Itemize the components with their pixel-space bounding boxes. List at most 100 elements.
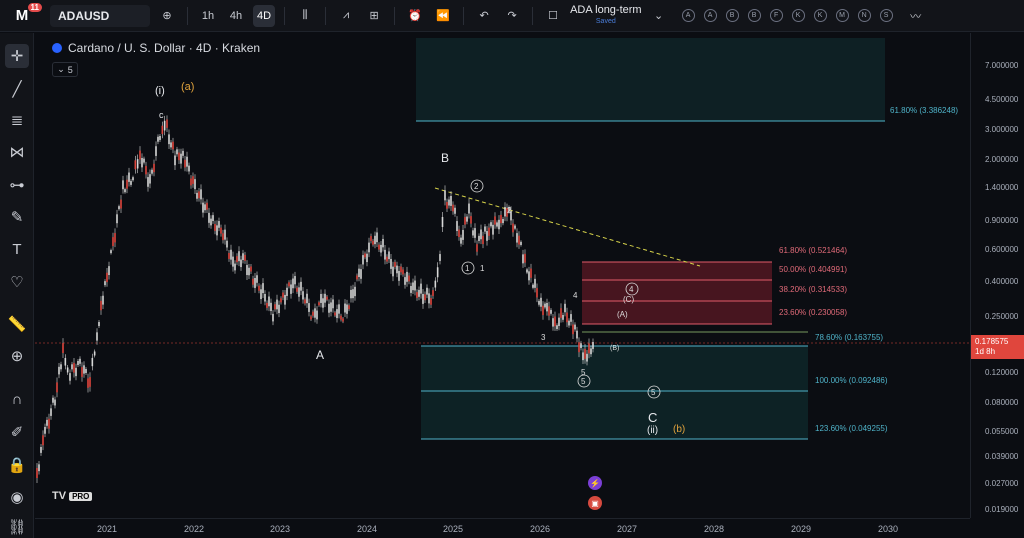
trendline-icon[interactable]: ╱ xyxy=(5,77,29,101)
fib-icon[interactable]: ≣ xyxy=(5,108,29,132)
drawing-toolbar: ✛ ╱ ≣ ⋈ ⊶ ✎ T ♡ 📏 ⊕ ∩ ✐ 🔒 ◉ ⛓ xyxy=(0,33,34,538)
layout-name[interactable]: ADA long-term Saved xyxy=(570,4,642,27)
candle-body xyxy=(46,419,48,426)
ruler-icon[interactable]: 📏 xyxy=(5,312,29,336)
alert-circle[interactable]: A xyxy=(703,9,717,22)
link-icon[interactable]: ⛓ xyxy=(5,515,29,538)
symbol-search[interactable]: ADAUSD xyxy=(50,4,150,27)
timeframe-4d[interactable]: 4D xyxy=(253,4,276,27)
heart-icon[interactable]: ♡ xyxy=(5,270,29,294)
candle-body xyxy=(81,367,83,377)
chevron-down-icon[interactable]: ⌄ xyxy=(648,5,670,27)
wave-label: A xyxy=(316,348,324,362)
notification-badge[interactable]: 11 xyxy=(27,2,42,12)
price-chart[interactable]: 61.80% (3.386248) 61.80% (0.521464) 50.0… xyxy=(35,33,970,518)
lightning-icon[interactable]: ⚡ xyxy=(588,476,602,490)
candle-body xyxy=(40,446,42,453)
alert-circle[interactable]: M xyxy=(835,9,849,22)
candle-body xyxy=(66,367,69,373)
alert-circle[interactable]: K xyxy=(791,9,805,22)
wave-label: (b) xyxy=(673,424,685,435)
wave-label: (A) xyxy=(617,310,628,319)
pattern-icon[interactable]: ⋈ xyxy=(5,140,29,164)
candle-body xyxy=(402,269,404,275)
time-tick: 2026 xyxy=(529,524,551,534)
text-icon[interactable]: T xyxy=(5,237,29,261)
forecast-icon[interactable]: ⊶ xyxy=(5,173,29,197)
alert-circle[interactable]: K xyxy=(813,9,827,22)
candle-body xyxy=(288,282,290,287)
eye-icon[interactable]: ◉ xyxy=(5,485,29,509)
lock-icon[interactable]: 🔒 xyxy=(5,453,29,477)
layout-square-icon[interactable]: ☐ xyxy=(542,5,564,27)
time-tick: 2025 xyxy=(442,524,464,534)
wave-label: 4 xyxy=(629,285,634,294)
candle-body xyxy=(290,284,292,294)
price-tick: 0.055000 xyxy=(985,427,1019,436)
crosshair-icon[interactable]: ✛ xyxy=(5,44,29,68)
timeframe-4h[interactable]: 4h xyxy=(225,5,247,27)
alert-circle[interactable]: S xyxy=(879,9,893,22)
candle-body xyxy=(224,229,226,240)
candle-body xyxy=(250,266,252,272)
wave-label: (i) xyxy=(155,85,165,97)
zoom-icon[interactable]: ⊕ xyxy=(5,344,29,368)
alert-circle[interactable]: F xyxy=(769,9,783,22)
candle-type-icon[interactable]: ⫼ xyxy=(294,5,316,27)
candle-body xyxy=(242,253,244,260)
candle-body xyxy=(272,313,274,322)
alert-circle[interactable]: B xyxy=(747,9,761,22)
chart-title[interactable]: Cardano / U. S. Dollar · 4D · Kraken xyxy=(52,41,260,55)
wave-label: (C) xyxy=(623,295,634,304)
candle-body xyxy=(230,249,232,260)
indicators-icon[interactable]: ⩘ xyxy=(335,5,357,27)
wave-logo-icon[interactable]: 〰 xyxy=(905,5,927,27)
lock-drawing-icon[interactable]: ✐ xyxy=(5,420,29,444)
candle-body xyxy=(98,322,100,327)
templates-icon[interactable]: ⊞ xyxy=(363,5,385,27)
app-logo[interactable]: M 11 xyxy=(8,2,42,27)
price-tick: 4.500000 xyxy=(985,95,1019,104)
calendar-icon[interactable]: ▣ xyxy=(588,496,602,510)
indicators-toggle[interactable]: ⌄ 5 xyxy=(52,62,78,77)
candle-body xyxy=(546,302,548,312)
candle-body xyxy=(580,343,582,349)
candle-body xyxy=(372,240,374,245)
candle-body xyxy=(528,271,530,281)
candle-body xyxy=(366,253,368,263)
alert-icon[interactable]: ⏰ xyxy=(404,5,426,27)
candle-body xyxy=(188,165,190,172)
replay-icon[interactable]: ⏪ xyxy=(432,5,454,27)
candle-body xyxy=(328,303,330,313)
brush-icon[interactable]: ✎ xyxy=(5,205,29,229)
redo-icon[interactable]: ↷ xyxy=(501,5,523,27)
add-symbol-icon[interactable]: ⊕ xyxy=(156,5,178,27)
candle-body xyxy=(108,266,110,276)
alert-circle[interactable]: A xyxy=(681,9,695,22)
candle-body xyxy=(338,304,340,314)
candle-body xyxy=(500,214,502,224)
candle-body xyxy=(178,152,180,161)
candle-body xyxy=(324,293,326,303)
cardano-logo-icon xyxy=(52,43,62,53)
wave-label: B xyxy=(441,151,449,165)
price-axis[interactable]: 7.000000 4.500000 3.000000 2.000000 1.40… xyxy=(970,33,1024,518)
candle-body xyxy=(364,253,366,258)
candle-body xyxy=(378,244,380,250)
wave-label: 5 xyxy=(651,388,656,397)
candle-body xyxy=(516,233,518,243)
timeframe-1h[interactable]: 1h xyxy=(197,5,219,27)
magnet-icon[interactable]: ∩ xyxy=(5,387,29,411)
candle-body xyxy=(208,212,210,223)
alert-circle[interactable]: N xyxy=(857,9,871,22)
candle-body xyxy=(240,259,242,268)
candle-body xyxy=(414,280,416,291)
alert-circle[interactable]: B xyxy=(725,9,739,22)
undo-icon[interactable]: ↶ xyxy=(473,5,495,27)
candle-body xyxy=(410,286,412,293)
candle-body xyxy=(71,364,73,370)
alert-circles: A A B B F K K M N S xyxy=(681,9,893,22)
time-axis[interactable]: 2021 2022 2023 2024 2025 2026 2027 2028 … xyxy=(35,518,970,538)
indicator-count: 5 xyxy=(67,64,73,75)
candle-body xyxy=(352,289,354,299)
